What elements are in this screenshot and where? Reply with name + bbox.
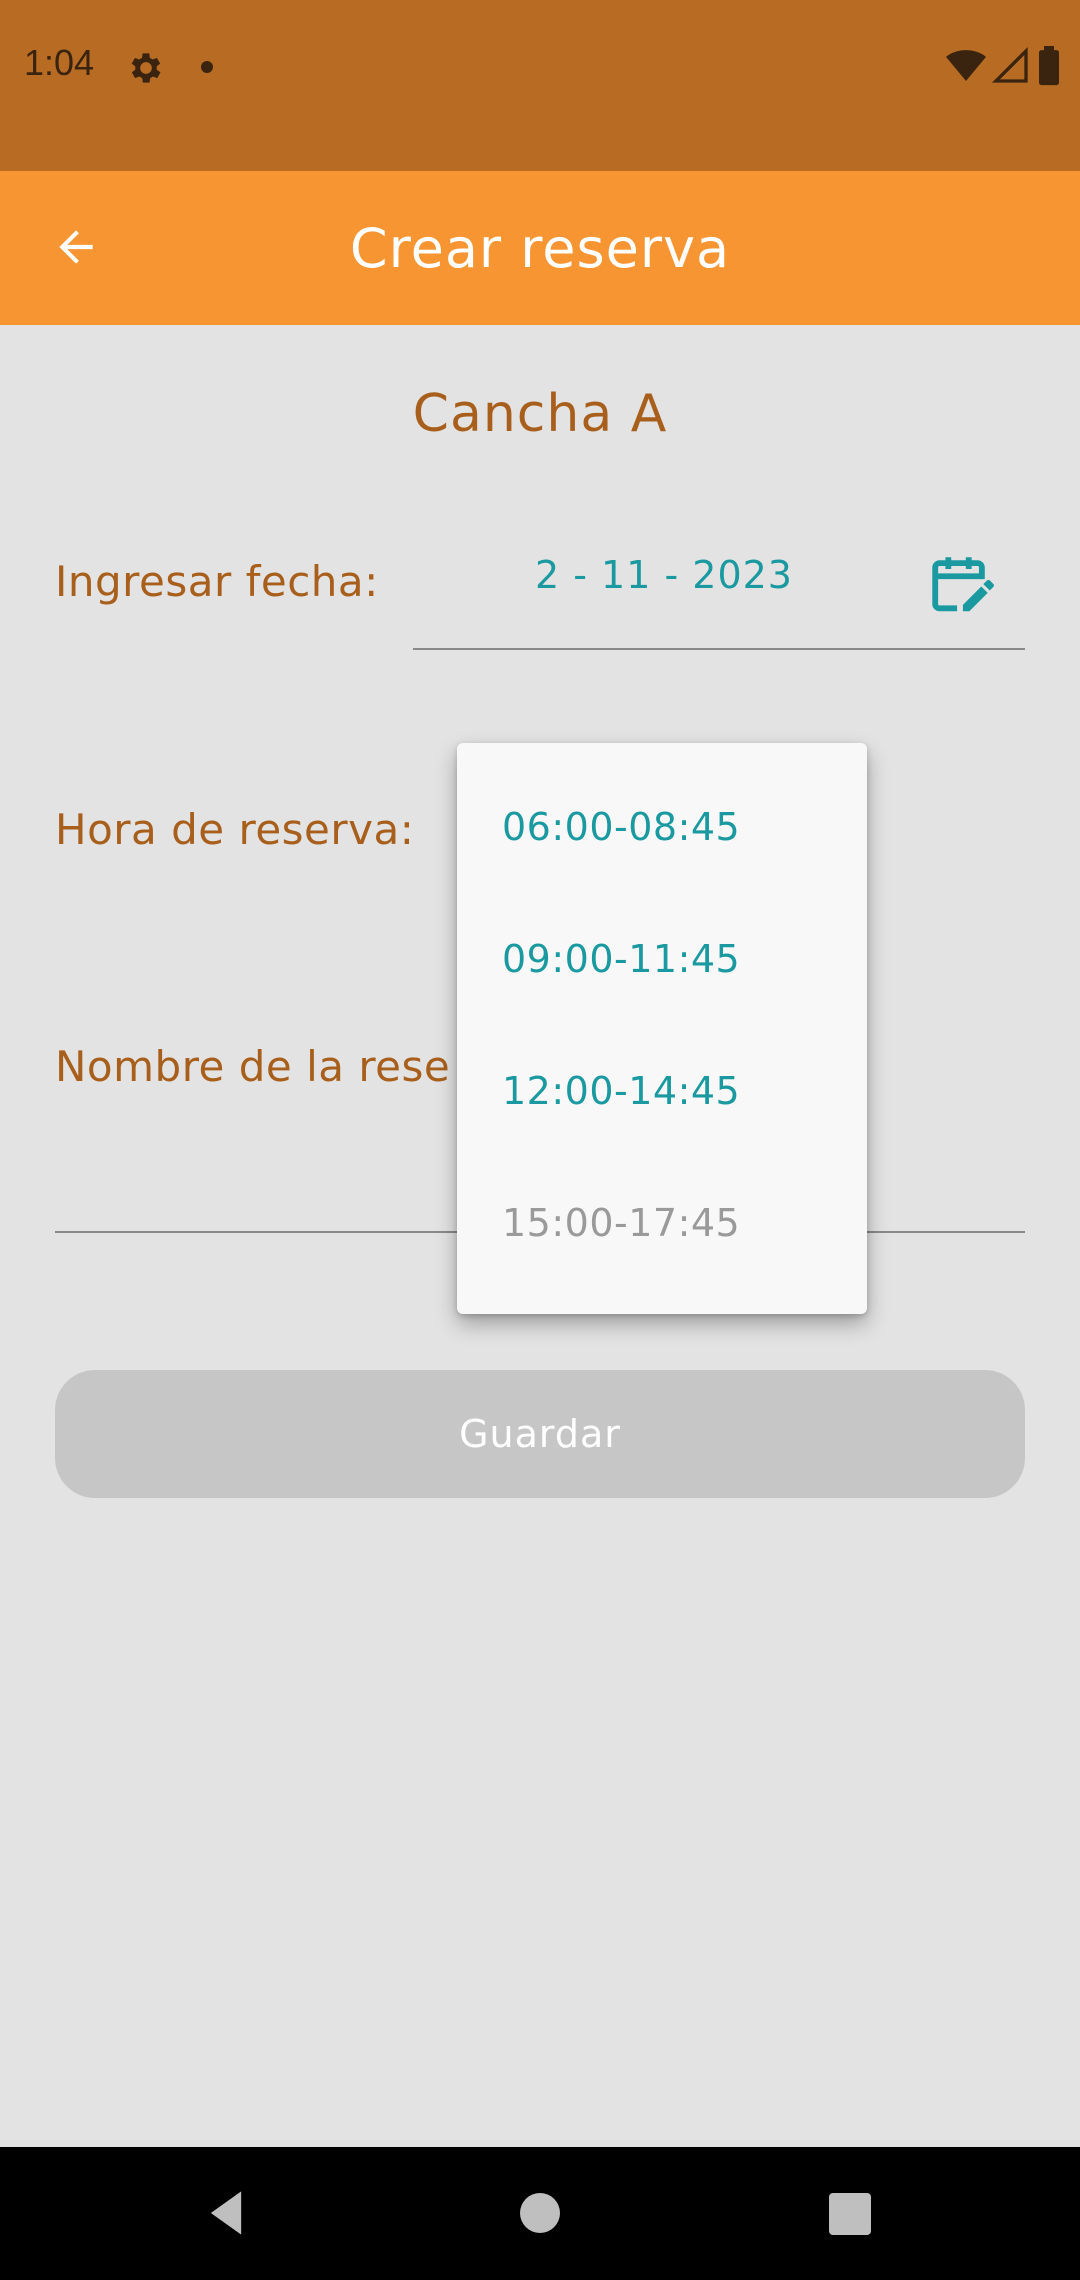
page-title: Crear reserva [349, 216, 731, 280]
date-field[interactable]: 2 - 11 - 2023 [535, 553, 793, 597]
signal-icon [991, 46, 1036, 83]
nav-home-icon[interactable] [520, 2193, 560, 2233]
time-option-disabled: 15:00-17:45 [502, 1201, 741, 1245]
reservation-name-label: Nombre de la rese [55, 1042, 451, 1091]
time-label: Hora de reserva: [55, 805, 415, 854]
battery-icon [1036, 46, 1062, 86]
time-option[interactable]: 06:00-08:45 [502, 805, 740, 849]
status-icons [945, 46, 1062, 86]
calendar-button[interactable] [925, 550, 995, 620]
wifi-icon [945, 46, 991, 81]
calendar-edit-icon [925, 557, 995, 624]
time-dropdown-menu: 06:00-08:45 09:00-11:45 12:00-14:45 15:0… [457, 743, 867, 1314]
time-option[interactable]: 09:00-11:45 [502, 937, 740, 981]
notification-dot-icon [201, 61, 213, 73]
time-option[interactable]: 12:00-14:45 [502, 1069, 740, 1113]
date-label: Ingresar fecha: [55, 557, 379, 606]
court-name: Cancha A [412, 384, 668, 444]
nav-back-icon[interactable] [200, 2187, 252, 2239]
gear-icon [126, 48, 166, 88]
save-button[interactable]: Guardar [55, 1370, 1025, 1498]
system-nav-bar [0, 2147, 1080, 2280]
date-field-underline [413, 648, 1025, 650]
nav-recents-icon[interactable] [829, 2193, 871, 2235]
status-time: 1:04 [24, 42, 95, 83]
app-bar: Crear reserva [0, 171, 1080, 325]
status-bar: 1:04 [0, 0, 1080, 171]
